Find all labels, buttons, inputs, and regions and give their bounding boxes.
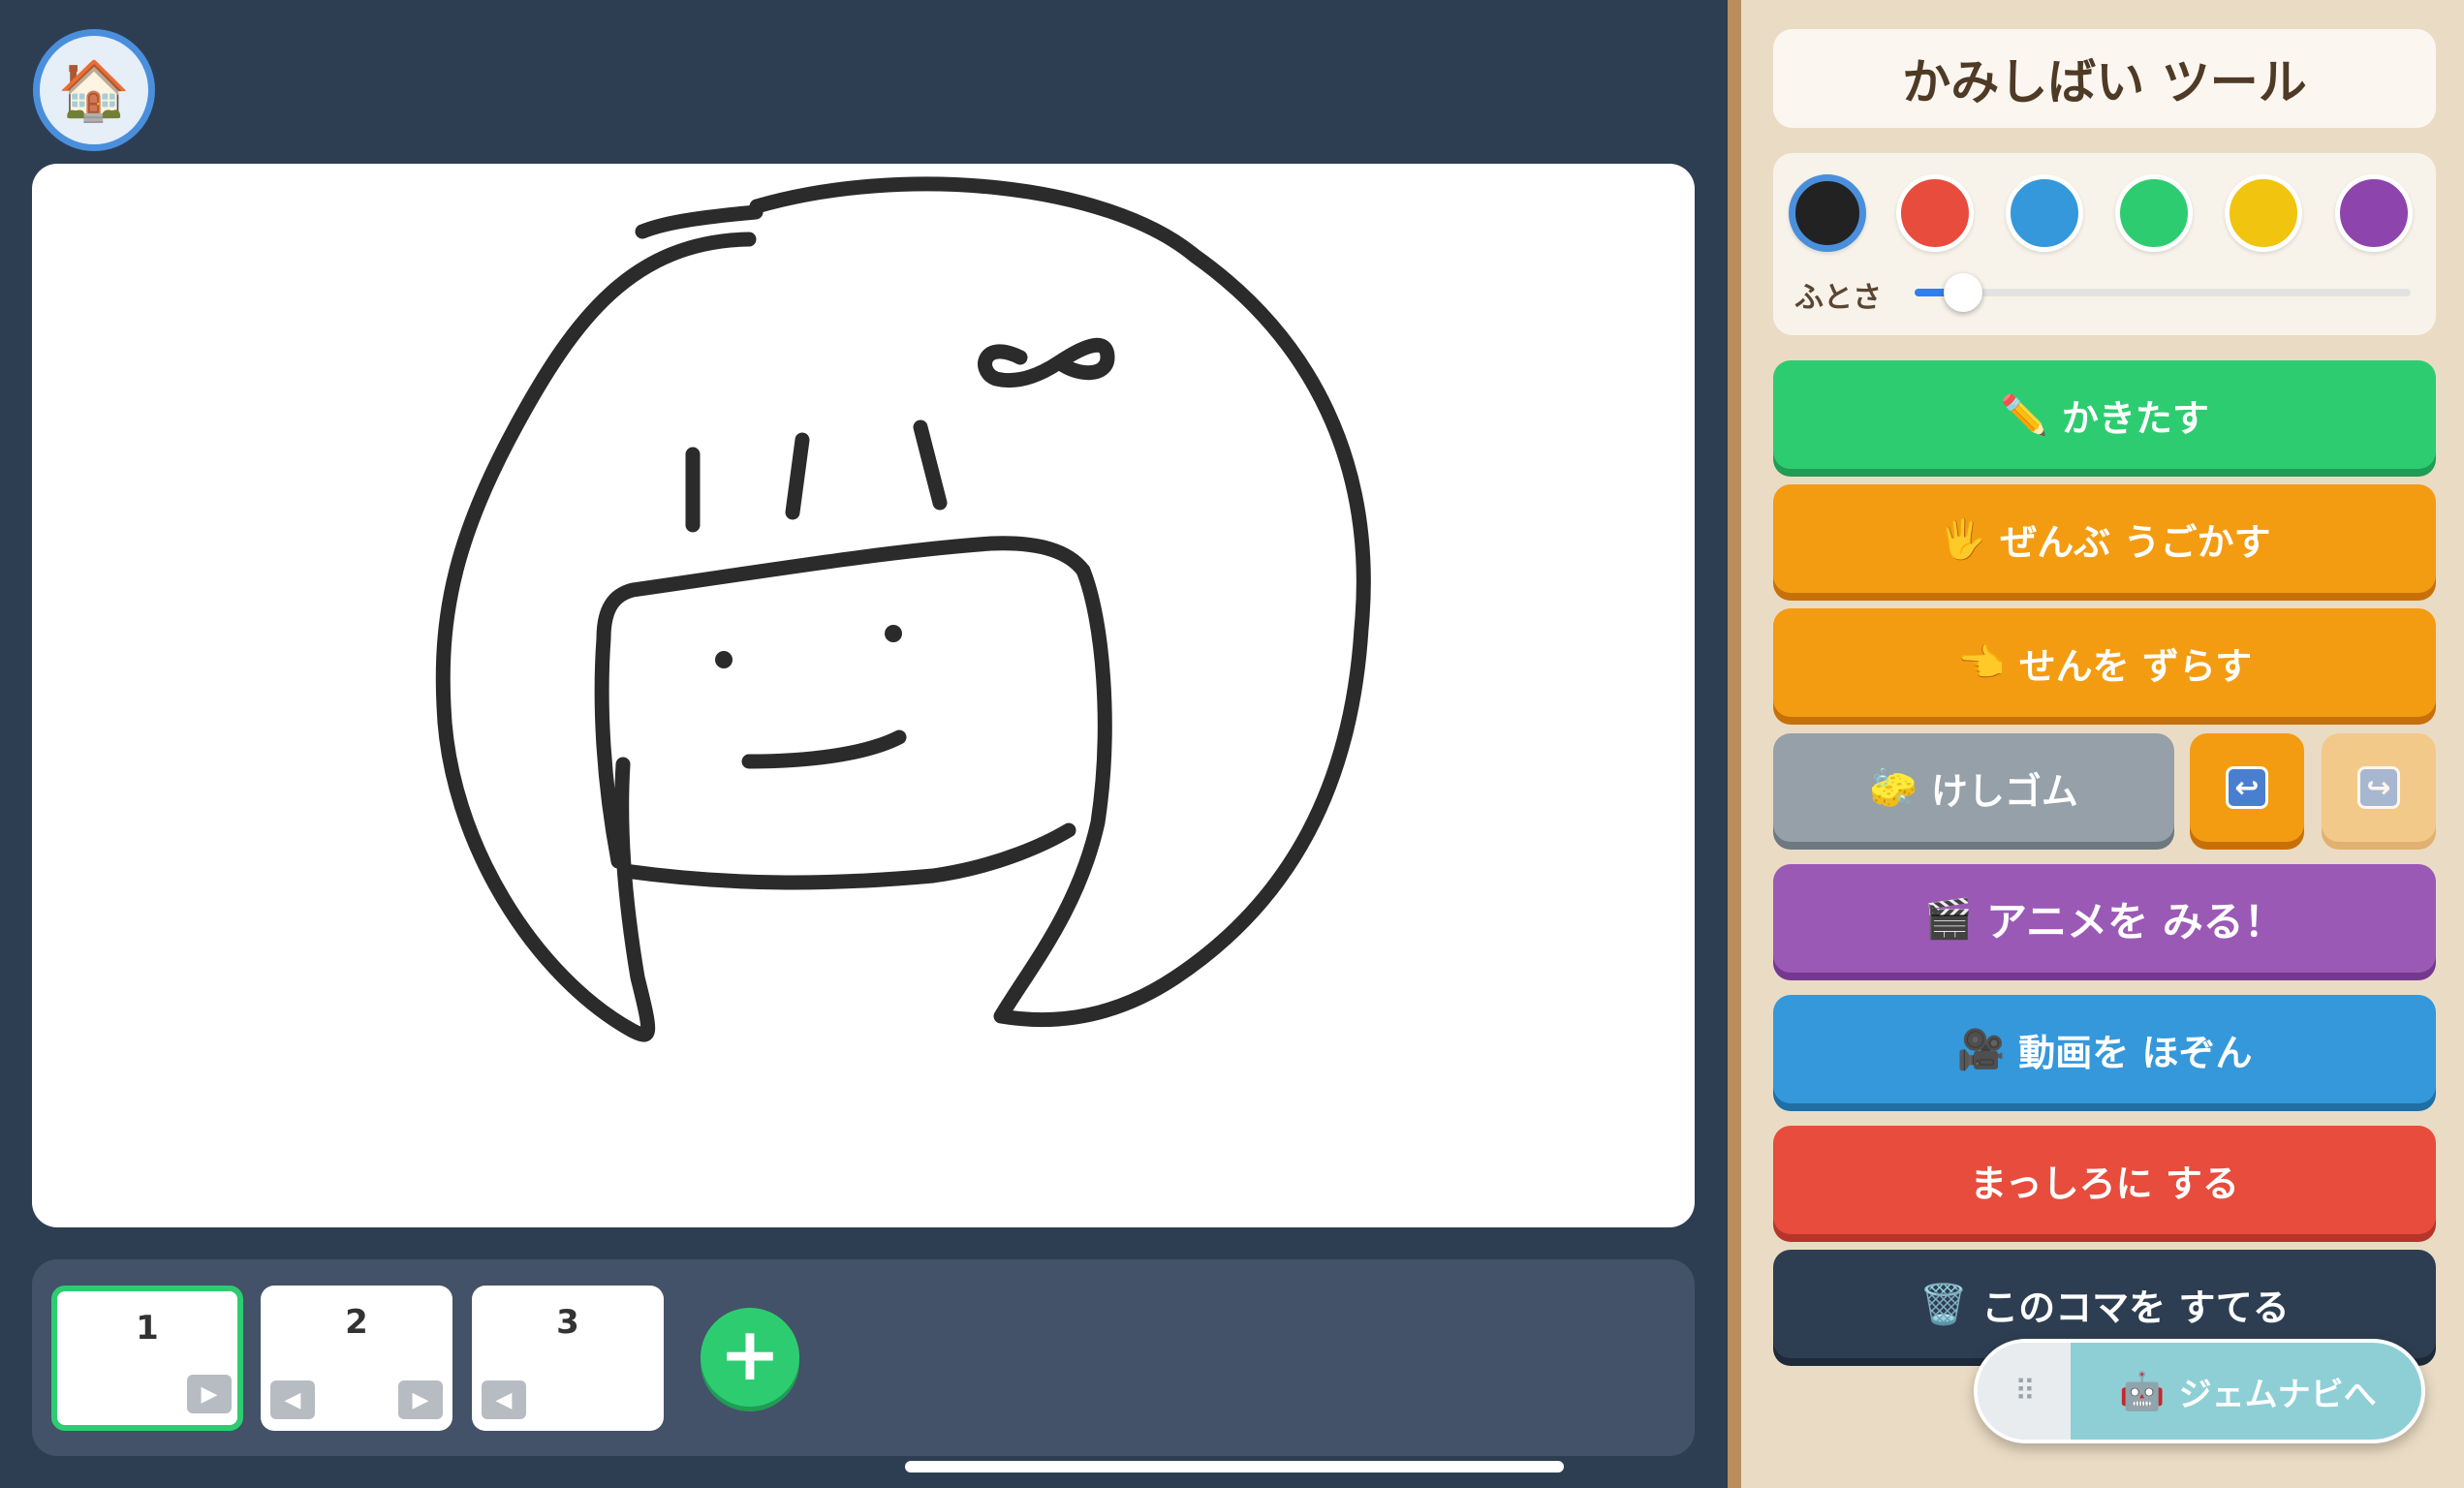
frame-number: 2 [345,1303,368,1342]
move-frame-right-button[interactable]: ▶ [187,1375,232,1413]
drawing-canvas[interactable] [32,164,1695,1227]
pencil-icon: ✏️ [2000,392,2048,438]
color-swatch-black[interactable] [1789,174,1866,252]
panel-title: かみしばい ツール [1773,29,2436,128]
redo-button[interactable]: ↪ [2322,733,2436,842]
move-frame-right-button[interactable]: ▶ [398,1380,443,1419]
color-swatch-red[interactable] [1896,174,1974,252]
play-right-icon: ▶ [412,1387,429,1412]
frame-strip: 1 ▶ 2 ◀ ▶ 3 ◀ + [32,1259,1695,1456]
frame-number: 3 [556,1303,579,1342]
sponge-icon: 🧽 [1869,765,1918,811]
move-frame-left-button[interactable]: ◀ [270,1380,315,1419]
plus-icon: + [719,1311,781,1397]
house-icon: 🏠 [57,56,131,125]
save-video-button-label: 動画を ほぞん [2018,1031,2253,1074]
pointing-hand-icon: 👈 [1956,640,2006,686]
home-button[interactable]: 🏠 [33,29,155,151]
stroke-jaw [617,822,1076,890]
stroke-mouth [741,729,907,769]
tool-panel: かみしばい ツール ふとさ ✏️ かきたす 🖐 ぜんぶ うごかす 👈 せんを ず… [1741,0,2464,1488]
hand-icon: 🖐 [1938,516,1987,562]
stroke-eye-right [885,625,902,642]
draw-button[interactable]: ✏️ かきたす [1773,360,2436,469]
move-all-button-label: ぜんぶ うごかす [2000,520,2271,564]
play-left-icon: ◀ [495,1387,513,1412]
thickness-slider[interactable] [1915,273,2411,312]
drag-handle-icon[interactable]: ⠿ [1978,1343,2071,1440]
gem-navi-button[interactable]: ⠿ 🤖 ジェムナビへ [1974,1339,2425,1443]
gem-navi-label-group: 🤖 ジェムナビへ [2094,1343,2402,1440]
move-all-button[interactable]: 🖐 ぜんぶ うごかす [1773,484,2436,593]
stroke-fringe-3 [913,419,948,511]
undo-icon: ↩ [2226,766,2268,809]
drawing-strokes [435,176,1371,1042]
play-right-icon: ▶ [201,1381,218,1407]
shift-line-button[interactable]: 👈 せんを ずらす [1773,608,2436,717]
draw-button-label: かきたす [2061,396,2209,440]
thickness-slider-thumb[interactable] [1943,273,1982,312]
stroke-eye-left [715,651,733,668]
color-swatch-green[interactable] [2115,174,2193,252]
color-swatch-yellow[interactable] [2225,174,2302,252]
frame-thumb-1[interactable]: 1 ▶ [51,1286,243,1431]
work-area: 🏠 1 ▶ 2 ◀ ▶ 3 ◀ + [0,0,1728,1488]
frame-thumb-2[interactable]: 2 ◀ ▶ [261,1286,452,1431]
eraser-button[interactable]: 🧽 けしゴム [1773,733,2174,842]
shift-line-button-label: せんを ずらす [2018,644,2253,688]
clear-canvas-button[interactable]: まっしろに する [1773,1126,2436,1234]
save-video-button[interactable]: 🎥 動画を ほぞん [1773,995,2436,1103]
frame-number: 1 [136,1309,159,1348]
video-camera-icon: 🎥 [1956,1027,2006,1072]
play-animation-button-label: アニメを みる！ [1986,897,2285,946]
clapperboard-icon: 🎬 [1924,896,1973,942]
stroke-bow [978,337,1115,388]
color-swatch-purple[interactable] [2335,174,2413,252]
frame-thumb-3[interactable]: 3 ◀ [472,1286,664,1431]
robot-icon: 🤖 [2119,1369,2166,1412]
add-frame-button[interactable]: + [701,1308,799,1407]
stroke-fringe-2 [785,432,810,520]
stroke-hair-outline [749,176,1371,1028]
home-indicator-bar[interactable] [905,1461,1564,1472]
color-swatch-blue[interactable] [2006,174,2083,252]
thickness-label: ふとさ [1794,281,1882,315]
panel-border [1728,0,1741,1488]
color-palette: ふとさ [1773,153,2436,335]
stroke-bangs [594,536,1091,869]
play-animation-button[interactable]: 🎬 アニメを みる！ [1773,864,2436,973]
move-frame-left-button[interactable]: ◀ [482,1380,526,1419]
undo-button[interactable]: ↩ [2190,733,2304,842]
trash-icon: 🗑️ [1919,1282,1969,1327]
redo-icon: ↪ [2357,766,2400,809]
play-left-icon: ◀ [284,1387,301,1412]
stroke-hair-top [635,204,764,239]
eraser-button-label: けしゴム [1930,769,2078,813]
clear-canvas-button-label: まっしろに する [1970,1162,2239,1205]
delete-frame-button-label: このコマを すてる [1981,1286,2290,1329]
gem-navi-label: ジェムナビへ [2178,1375,2377,1414]
stroke-hair-left [435,232,757,1042]
